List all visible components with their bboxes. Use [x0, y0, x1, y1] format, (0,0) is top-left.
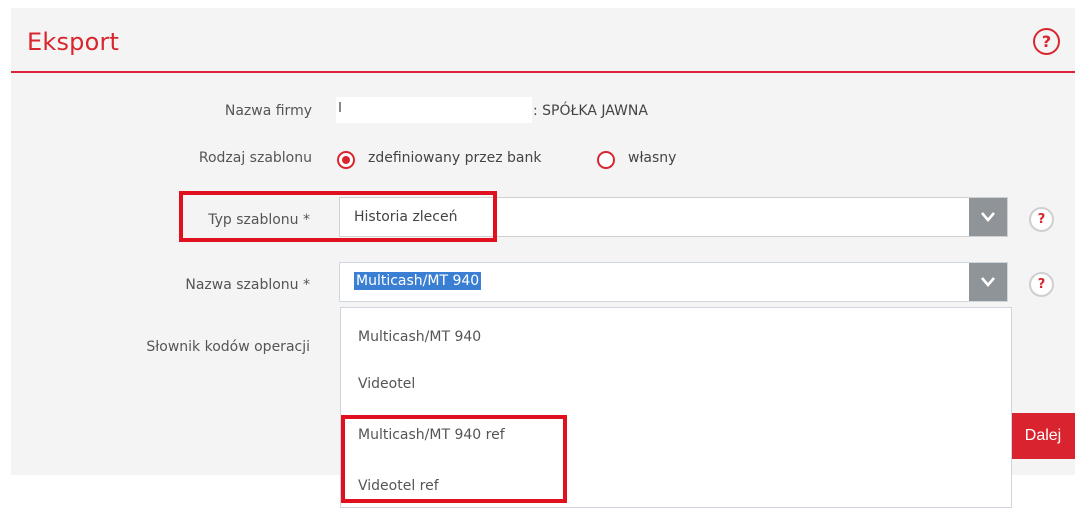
dropdown-option[interactable]: Videotel: [358, 376, 415, 392]
radio-own-label[interactable]: własny: [628, 150, 676, 166]
dropdown-option[interactable]: Videotel ref: [358, 478, 439, 494]
template-name-label: Nazwa szablonu *: [185, 277, 310, 293]
company-name-redacted: [336, 97, 532, 123]
chevron-down-icon[interactable]: [969, 263, 1007, 301]
radio-own[interactable]: [597, 151, 615, 169]
template-name-select[interactable]: Multicash/MT 940: [339, 262, 1008, 302]
dropdown-option[interactable]: Multicash/MT 940 ref: [358, 427, 505, 443]
template-name-value-wrap: Multicash/MT 940: [354, 272, 482, 290]
company-suffix: : SPÓŁKA JAWNA: [533, 103, 648, 119]
company-name-fragment: [339, 102, 341, 112]
template-type-select[interactable]: Historia zleceń: [339, 197, 1008, 237]
template-name-dropdown: Multicash/MT 940 Videotel Multicash/MT 9…: [340, 307, 1012, 508]
template-type-label: Typ szablonu *: [208, 212, 310, 228]
template-type-value: Historia zleceń: [354, 209, 458, 225]
panel-header: Eksport ?: [11, 8, 1075, 73]
template-kind-label: Rodzaj szablonu: [198, 150, 312, 166]
operation-codes-label: Słownik kodów operacji: [146, 339, 310, 355]
company-label: Nazwa firmy: [224, 103, 312, 119]
template-name-value: Multicash/MT 940: [354, 272, 482, 290]
help-icon[interactable]: ?: [1033, 28, 1060, 55]
chevron-down-icon[interactable]: [969, 198, 1007, 236]
radio-selected-dot: [342, 156, 350, 164]
radio-bank-defined-label[interactable]: zdefiniowany przez bank: [368, 150, 541, 166]
page-title: Eksport: [27, 28, 120, 56]
template-name-help-icon[interactable]: ?: [1029, 272, 1054, 297]
next-button[interactable]: Dalej: [1011, 413, 1075, 459]
radio-bank-defined[interactable]: [337, 151, 355, 169]
template-type-help-icon[interactable]: ?: [1029, 207, 1054, 232]
dropdown-option[interactable]: Multicash/MT 940: [358, 329, 481, 345]
